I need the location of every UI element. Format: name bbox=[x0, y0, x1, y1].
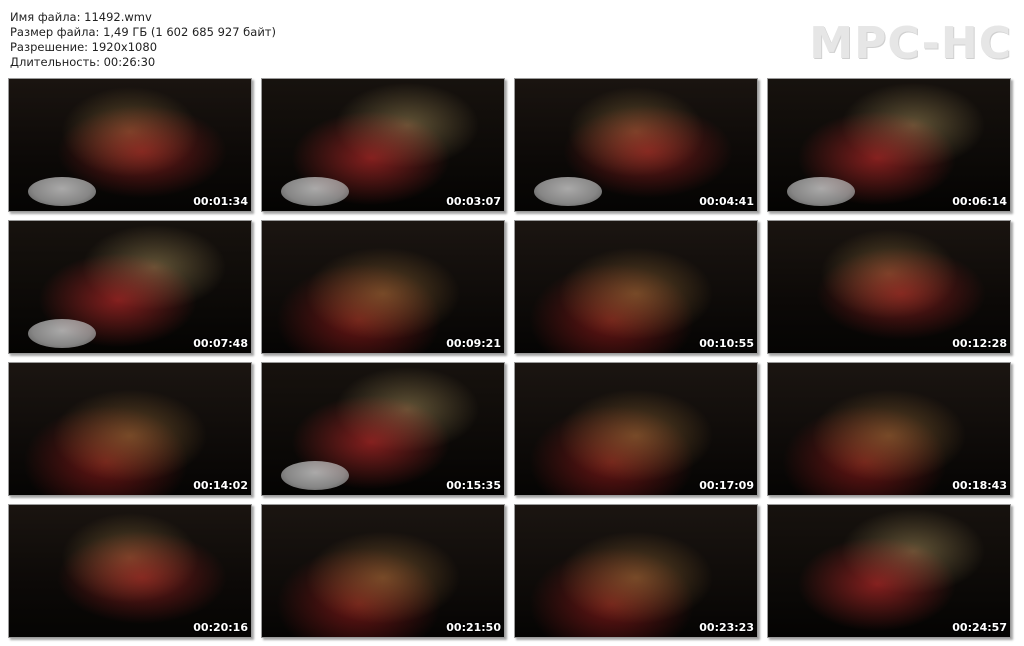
file-size: Размер файла: 1,49 ГБ (1 602 685 927 бай… bbox=[10, 25, 276, 39]
file-name: Имя файла: 11492.wmv bbox=[10, 10, 152, 24]
thumbnail: 00:14:02 bbox=[8, 362, 252, 496]
thumbnail-timestamp: 00:24:57 bbox=[952, 621, 1007, 634]
file-info-panel: Имя файла: 11492.wmv Размер файла: 1,49 … bbox=[10, 10, 276, 70]
thumbnail: 00:03:07 bbox=[261, 78, 505, 212]
file-resolution: Разрешение: 1920x1080 bbox=[10, 40, 158, 54]
thumbnail-image bbox=[515, 363, 757, 495]
thumbnail-timestamp: 00:03:07 bbox=[446, 195, 501, 208]
thumbnail-image bbox=[262, 505, 504, 637]
thumbnail-timestamp: 00:17:09 bbox=[699, 479, 754, 492]
thumbnail-detail bbox=[787, 176, 856, 206]
thumbnail-timestamp: 00:07:48 bbox=[193, 337, 248, 350]
thumbnail: 00:18:43 bbox=[767, 362, 1011, 496]
thumbnail-image bbox=[768, 363, 1010, 495]
thumbnail: 00:01:34 bbox=[8, 78, 252, 212]
thumbnail-image bbox=[515, 221, 757, 353]
thumbnail-timestamp: 00:09:21 bbox=[446, 337, 501, 350]
thumbnail: 00:06:14 bbox=[767, 78, 1011, 212]
thumbnail: 00:20:16 bbox=[8, 504, 252, 638]
thumbnail: 00:12:28 bbox=[767, 220, 1011, 354]
thumbnail: 00:24:57 bbox=[767, 504, 1011, 638]
thumbnail: 00:17:09 bbox=[514, 362, 758, 496]
thumbnail-grid: 00:01:34 00:03:07 00:04:41 00:06:14 00:0… bbox=[8, 78, 1011, 638]
thumbnail-image bbox=[9, 363, 251, 495]
thumbnail-timestamp: 00:21:50 bbox=[446, 621, 501, 634]
thumbnail: 00:15:35 bbox=[261, 362, 505, 496]
thumbnail: 00:04:41 bbox=[514, 78, 758, 212]
thumbnail-detail bbox=[28, 318, 97, 348]
mpc-hc-logo: MPC-HC bbox=[809, 18, 1012, 69]
thumbnail-image bbox=[515, 505, 757, 637]
thumbnail-timestamp: 00:01:34 bbox=[193, 195, 248, 208]
thumbnail-detail bbox=[534, 176, 603, 206]
thumbnail-image bbox=[768, 221, 1010, 353]
thumbnail-image bbox=[262, 221, 504, 353]
thumbnail: 00:21:50 bbox=[261, 504, 505, 638]
thumbnail-timestamp: 00:23:23 bbox=[699, 621, 754, 634]
thumbnail-timestamp: 00:14:02 bbox=[193, 479, 248, 492]
thumbnail-timestamp: 00:10:55 bbox=[699, 337, 754, 350]
thumbnail: 00:07:48 bbox=[8, 220, 252, 354]
thumbnail-detail bbox=[281, 460, 350, 490]
thumbnail-timestamp: 00:04:41 bbox=[699, 195, 754, 208]
thumbnail-image bbox=[9, 505, 251, 637]
thumbnail-timestamp: 00:12:28 bbox=[952, 337, 1007, 350]
thumbnail-timestamp: 00:06:14 bbox=[952, 195, 1007, 208]
thumbnail-detail bbox=[28, 176, 97, 206]
thumbnail: 00:10:55 bbox=[514, 220, 758, 354]
thumbnail-timestamp: 00:15:35 bbox=[446, 479, 501, 492]
thumbnail-detail bbox=[281, 176, 350, 206]
thumbnail-timestamp: 00:18:43 bbox=[952, 479, 1007, 492]
file-duration: Длительность: 00:26:30 bbox=[10, 55, 156, 69]
thumbnail-timestamp: 00:20:16 bbox=[193, 621, 248, 634]
thumbnail: 00:23:23 bbox=[514, 504, 758, 638]
thumbnail: 00:09:21 bbox=[261, 220, 505, 354]
thumbnail-image bbox=[768, 505, 1010, 637]
